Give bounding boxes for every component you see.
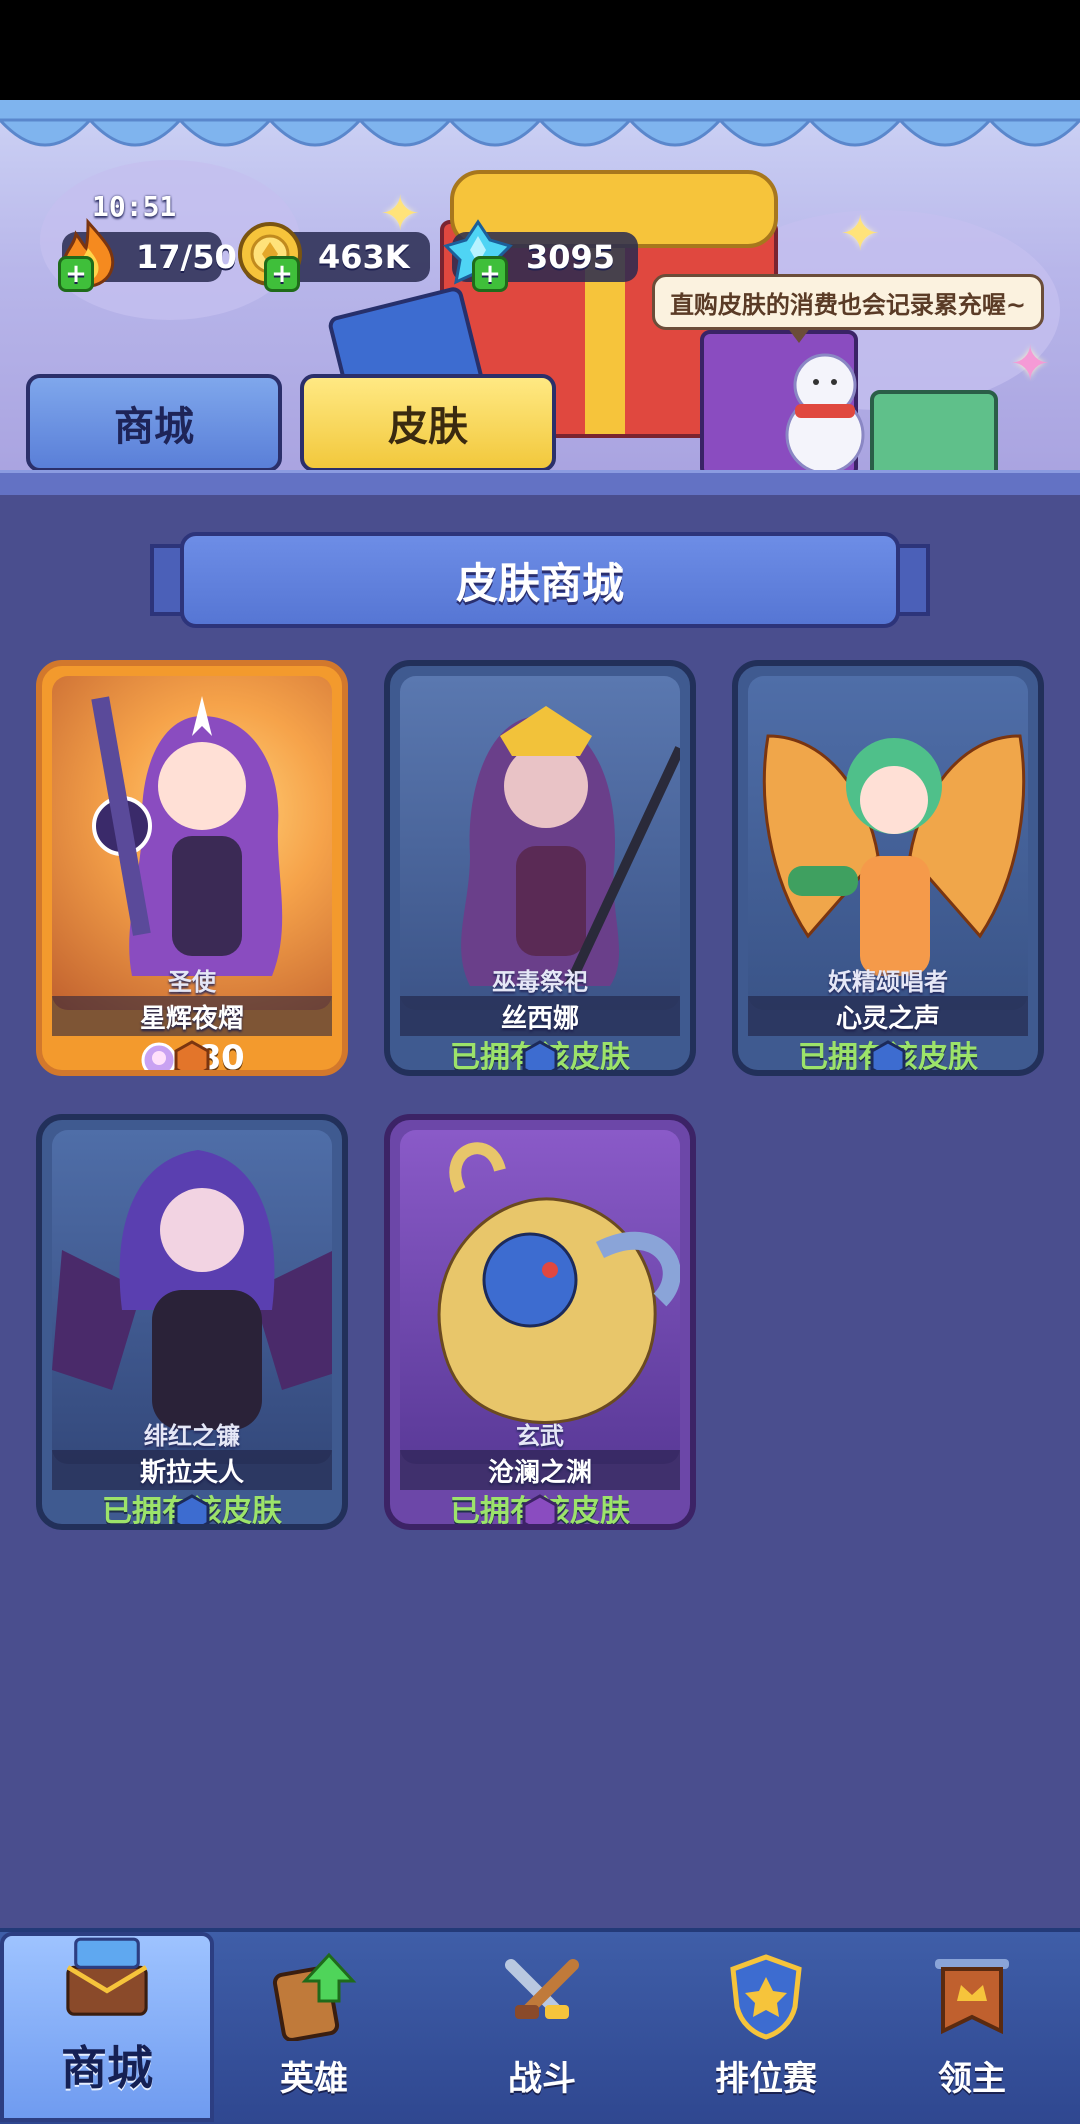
gem-icon: [174, 1040, 210, 1070]
nav-shop[interactable]: 商城: [0, 1932, 214, 2122]
skin-role: 玄武: [516, 1422, 564, 1450]
crystal-counter[interactable]: + 3095: [443, 219, 638, 292]
skin-artwork: [748, 676, 1028, 1010]
bunting-decoration: [0, 100, 1080, 147]
nav-lord[interactable]: 领主: [872, 1930, 1072, 2120]
gift-box-icon: [870, 390, 998, 480]
lord-banner-icon: [935, 1959, 1009, 2035]
crystal-value: 3095: [526, 238, 616, 276]
nav-battle[interactable]: 战斗: [442, 1930, 642, 2120]
energy-counter[interactable]: + 17/50: [58, 218, 237, 292]
add-crystal-icon[interactable]: +: [472, 256, 508, 292]
gem-icon: [174, 1494, 210, 1524]
nav-ranked-label: 排位赛: [715, 2059, 817, 2099]
skin-card[interactable]: 玄武 沧澜之渊 已拥有该皮肤: [384, 1114, 696, 1530]
tab-skin[interactable]: 皮肤: [300, 374, 556, 472]
sparkle-icon: ✦: [1010, 336, 1051, 392]
skin-name: 星辉夜熠: [52, 996, 332, 1036]
skin-name: 心灵之声: [748, 996, 1028, 1036]
chest-icon: [66, 1937, 148, 2016]
skin-artwork: [400, 1130, 680, 1464]
skin-name: 丝西娜: [400, 996, 680, 1036]
status-bar: [0, 0, 1080, 100]
section-title: 皮肤商城: [180, 532, 900, 628]
nav-lord-label: 领主: [938, 2059, 1006, 2099]
rank-shield-icon: [730, 1954, 802, 2040]
gem-icon: [522, 1494, 558, 1524]
tab-shop[interactable]: 商城: [26, 374, 282, 472]
add-energy-icon[interactable]: +: [58, 256, 94, 292]
add-gold-icon[interactable]: +: [264, 256, 300, 292]
skin-card[interactable]: 妖精颂唱者 心灵之声 已拥有该皮肤: [732, 660, 1044, 1076]
skin-name: 斯拉夫人: [52, 1450, 332, 1490]
sparkle-icon: ✦: [380, 186, 421, 242]
hero-card-upgrade-icon: [272, 1952, 357, 2041]
crossed-swords-icon: [505, 1959, 579, 2019]
skin-card[interactable]: 绯红之镰 斯拉夫人 已拥有该皮肤: [36, 1114, 348, 1530]
skin-role: 绯红之镰: [144, 1422, 240, 1450]
nav-hero-label: 英雄: [280, 2059, 348, 2099]
skin-artwork: [52, 1130, 332, 1464]
skin-artwork: [400, 676, 680, 1010]
gem-icon: [522, 1040, 558, 1070]
skin-role: 圣使: [168, 968, 216, 996]
energy-value: 17/50: [136, 238, 237, 276]
nav-battle-label: 战斗: [508, 2059, 576, 2099]
nav-shop-label: 商城: [61, 2041, 153, 2095]
nav-hero[interactable]: 英雄: [214, 1930, 414, 2120]
sparkle-icon: ✦: [840, 206, 881, 262]
nav-ranked[interactable]: 排位赛: [666, 1930, 866, 2120]
snowman-icon: [770, 340, 880, 475]
skin-artwork: [52, 676, 332, 1010]
gold-value: 463K: [318, 238, 410, 276]
skin-role: 巫毒祭祀: [492, 968, 588, 996]
skin-card[interactable]: 巫毒祭祀 丝西娜 已拥有该皮肤: [384, 660, 696, 1076]
gem-icon: [870, 1040, 906, 1070]
skin-role: 妖精颂唱者: [828, 968, 948, 996]
skin-name: 沧澜之渊: [400, 1450, 680, 1490]
divider-strip: [0, 470, 1080, 495]
skin-card[interactable]: 圣使 星辉夜熠 80: [36, 660, 348, 1076]
gold-counter[interactable]: + 463K: [238, 222, 430, 292]
tip-bubble: 直购皮肤的消费也会记录累充喔~: [652, 274, 1044, 343]
